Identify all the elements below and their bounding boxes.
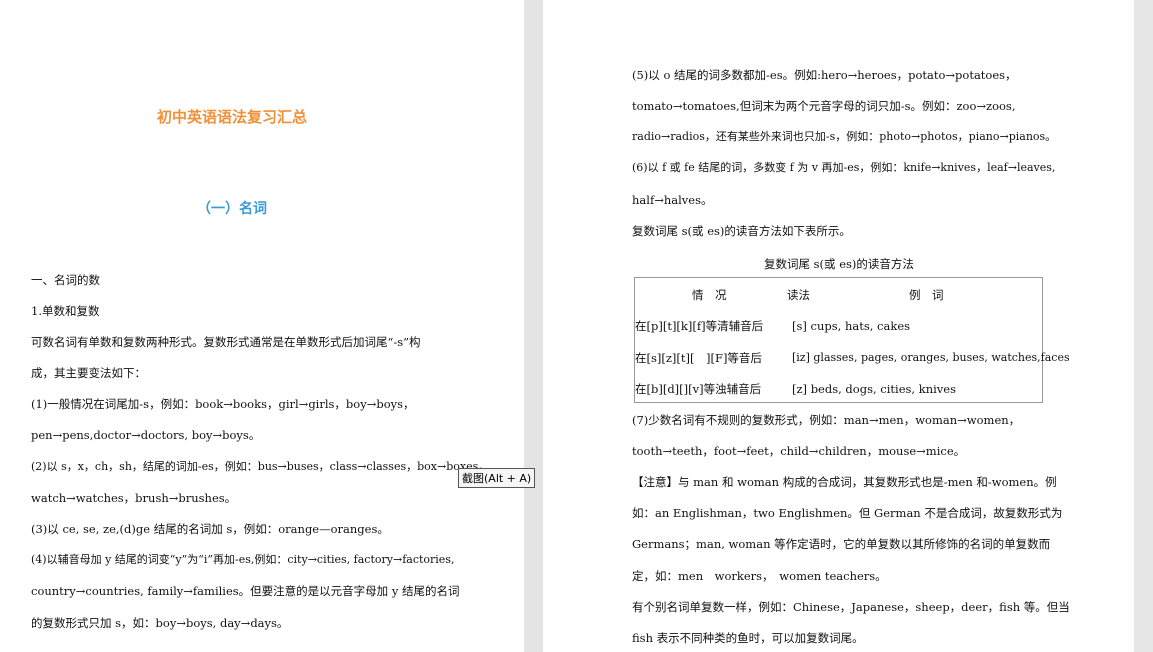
table-header: 情 况 xyxy=(692,288,727,302)
text-line: 一、名词的数 xyxy=(31,273,100,287)
page-gap-right xyxy=(1134,0,1153,652)
text-line: (1)一般情况在词尾加-s，例如：book→books，girl→girls，b… xyxy=(31,397,415,411)
text-line: 可数名词有单数和复数两种形式。复数形式通常是在单数形式后加词尾“-s”构 xyxy=(31,335,421,349)
text-line: 复数词尾 s(或 es)的读音方法如下表所示。 xyxy=(632,224,851,238)
screenshot-tooltip: 截图(Alt + A) xyxy=(458,468,536,488)
text-line: (5)以 o 结尾的词多数都加-es。例如:hero→heroes，potato… xyxy=(632,68,1017,82)
document-page-right: (5)以 o 结尾的词多数都加-es。例如:hero→heroes，potato… xyxy=(543,0,1134,652)
text-line: pen→pens,doctor→doctors, boy→boys。 xyxy=(31,428,261,442)
table-cell: 在[b][d][][v]等浊辅音后 xyxy=(635,382,762,396)
text-line: watch→watches，brush→brushes。 xyxy=(31,491,237,505)
text-line: 成，其主要变法如下： xyxy=(31,366,146,380)
table-cell: 在[p][t][k][f]等清辅音后 xyxy=(635,319,764,333)
document-page-left: 初中英语语法复习汇总 （一）名词 一、名词的数 1.单数和复数 可数名词有单数和… xyxy=(0,0,524,652)
text-line: 1.单数和复数 xyxy=(31,304,100,318)
pronunciation-table: 情 况 读法 例 词 在[p][t][k][f]等清辅音后 [s] cups, … xyxy=(634,277,1070,403)
text-line: (6)以 f 或 fe 结尾的词，多数变 f 为 v 再加-es，例如：knif… xyxy=(632,161,1056,174)
text-line: (7)少数名词有不规则的复数形式，例如：man→men，woman→women， xyxy=(632,413,1021,427)
text-line: tooth→teeth，foot→feet，child→children，mou… xyxy=(632,444,966,458)
text-line: half→halves。 xyxy=(632,193,713,207)
text-line: 的复数形式只加 s，如：boy→boys, day→days。 xyxy=(31,616,289,630)
text-line: 【注意】与 man 和 woman 构成的合成词，其复数形式也是-men 和-w… xyxy=(632,475,1057,489)
table-cell: [z] beds, dogs, cities, knives xyxy=(792,382,956,396)
text-line: country→countries, family→families。但要注意的… xyxy=(31,584,460,598)
text-line: tomato→tomatoes,但词末为两个元音字母的词只加-s。例如：zoo→… xyxy=(632,99,1016,113)
table-cell: 在[s][z][t][ ][F]等音后 xyxy=(635,351,762,365)
text-line: fish 表示不同种类的鱼时，可以加复数词尾。 xyxy=(632,631,864,645)
table-header: 读法 xyxy=(787,288,810,302)
table-header: 例 词 xyxy=(909,288,944,302)
text-line: radio→radios，还有某些外来词也只加-s，例如：photo→photo… xyxy=(632,130,1057,143)
text-line: Germans；man, woman 等作定语时，它的单复数以其所修饰的名词的单… xyxy=(632,537,1051,551)
section-heading: （一）名词 xyxy=(197,201,267,217)
text-line: 有个别名词单复数一样，例如：Chinese，Japanese，sheep，dee… xyxy=(632,600,1070,614)
document-title: 初中英语语法复习汇总 xyxy=(156,108,307,126)
text-line: (2)以 s，x，ch，sh，结尾的词加-es，例如：bus→buses，cla… xyxy=(31,460,490,473)
table-caption: 复数词尾 s(或 es)的读音方法 xyxy=(764,257,914,271)
text-line: (4)以辅音母加 y 结尾的词变“y”为“i”再加-es,例如：city→cit… xyxy=(31,553,455,566)
table-cell: [s] cups, hats, cakes xyxy=(792,319,911,333)
text-line: 定，如：men workers， women teachers。 xyxy=(632,569,887,583)
page-gap xyxy=(524,0,543,652)
table-cell: [iz] glasses, pages, oranges, buses, wat… xyxy=(792,351,1070,364)
text-line: (3)以 ce, se, ze,(d)ge 结尾的名词加 s，例如：orange… xyxy=(31,522,389,536)
text-line: 如：an Englishman，two Englishmen。但 German … xyxy=(632,506,1063,520)
